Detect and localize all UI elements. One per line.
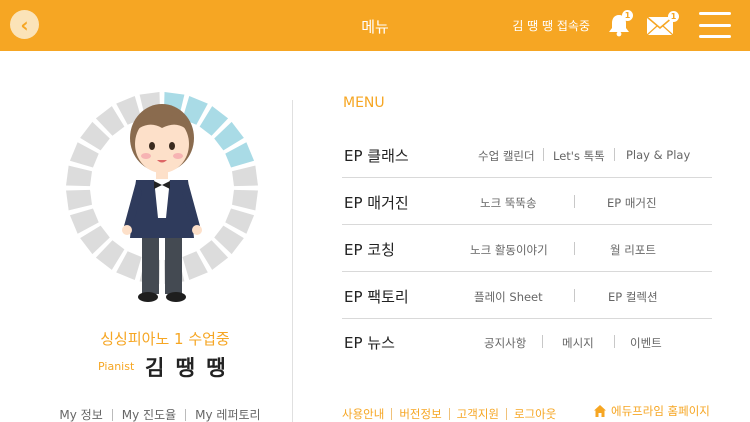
homepage-link-label: 에듀프라임 홈페이지 [611,404,710,418]
menu-item-play-sheet[interactable]: 플레이 Sheet [474,289,543,305]
support-link[interactable]: 고객지원 [457,406,499,422]
guide-link[interactable]: 사용안내 [342,406,384,422]
home-icon [594,405,606,417]
notification-button[interactable]: 1 [606,10,633,38]
notification-badge: 1 [622,10,633,21]
divider [111,408,113,421]
divider [574,242,575,255]
divider [448,408,450,420]
my-info-link[interactable]: My 정보 [59,406,102,422]
menu-item-events[interactable]: 이벤트 [630,335,662,351]
divider [185,408,187,421]
menu-row-magazine: EP 매거진 노크 뚝뚝송 EP 매거진 [342,178,712,225]
my-progress-link[interactable]: My 진도율 [122,406,176,422]
menu-item-ep-collection[interactable]: EP 컬렉션 [608,289,658,305]
hamburger-line [699,35,731,38]
hamburger-line [699,23,731,27]
menu-item-notices[interactable]: 공지사항 [484,335,526,351]
version-link[interactable]: 버전정보 [399,406,441,422]
user-status: 김 땡 땡 접속중 [512,19,590,33]
menu-title-news[interactable]: EP 뉴스 [344,332,395,353]
progress-ring [66,92,258,302]
logout-link[interactable]: 로그아웃 [514,406,556,422]
divider [614,335,615,348]
panel-divider [292,100,293,422]
menu-row-news: EP 뉴스 공지사항 메시지 이벤트 [342,318,712,365]
menu-item-activity-story[interactable]: 노크 활동이야기 [470,242,548,258]
divider [391,408,393,420]
menu-item-messages[interactable]: 메시지 [562,335,594,351]
menu-item-monthly-report[interactable]: 월 리포트 [610,242,656,258]
divider [542,335,543,348]
menu-title-magazine[interactable]: EP 매거진 [344,192,409,213]
divider [505,408,507,420]
my-repertoire-link[interactable]: My 레퍼토리 [195,406,260,422]
menu-item-lets-talk[interactable]: Let's 톡톡 [553,148,605,164]
role-label: Pianist [98,360,135,373]
menu-row-class: EP 클래스 수업 캘린더 Let's 톡톡 Play & Play [342,131,712,178]
progress-segment-empty [66,189,92,211]
divider [574,289,575,302]
progress-segment-empty [232,165,258,187]
mail-badge: 1 [668,11,679,22]
divider [574,195,575,208]
homepage-link[interactable]: 에듀프라임 홈페이지 [593,403,710,419]
menu-title-coaching[interactable]: EP 코칭 [344,239,395,260]
divider [614,148,615,161]
divider [543,148,544,161]
menu-item-ep-magazine[interactable]: EP 매거진 [607,195,657,211]
page-title: 메뉴 [361,18,389,36]
menu-item-calendar[interactable]: 수업 캘린더 [478,148,535,164]
menu-item-play-and-play[interactable]: Play & Play [626,148,690,162]
footer-links: 사용안내 버전정보 고객지원 로그아웃 [342,406,556,422]
menu-row-coaching: EP 코칭 노크 활동이야기 월 리포트 [342,225,712,272]
menu-title-class[interactable]: EP 클래스 [344,145,409,166]
progress-segment-empty [232,189,258,211]
user-name: 김 땡 땡 [145,356,228,380]
menu-heading: MENU [343,95,385,111]
menu-row-factory: EP 팩토리 플레이 Sheet EP 컬렉션 [342,272,712,319]
profile-links: My 정보 My 진도율 My 레퍼토리 [0,406,320,422]
mail-button[interactable]: 1 [646,11,679,37]
menu-title-factory[interactable]: EP 팩토리 [344,286,409,307]
menu-item-knock-song[interactable]: 노크 뚝뚝송 [480,195,537,211]
hamburger-line [699,12,731,15]
menu-toggle-button[interactable] [699,12,731,38]
top-bar: ‹ 메뉴 김 땡 땡 접속중 1 1 [0,0,750,51]
progress-segment-empty [66,165,92,187]
lesson-status: 싱싱피아노 1 수업중 [100,330,230,348]
